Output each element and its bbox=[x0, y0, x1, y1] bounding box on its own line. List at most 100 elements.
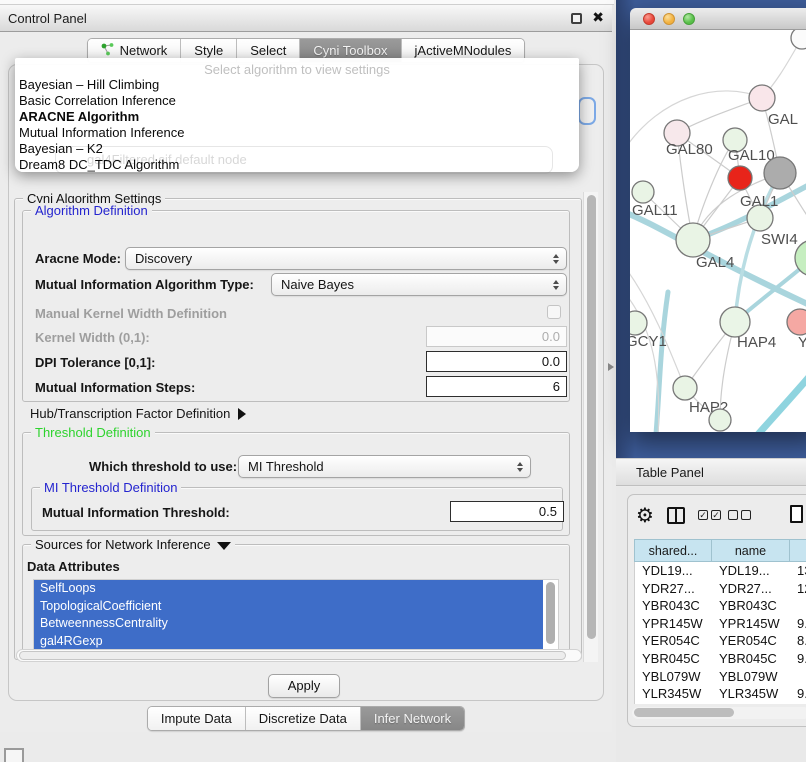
table-cell: YER054C bbox=[712, 632, 790, 650]
table-cell: YDR27... bbox=[712, 580, 790, 598]
network-node[interactable] bbox=[630, 311, 647, 335]
table-cell: YBR045C bbox=[712, 650, 790, 668]
panel-splitter-handle[interactable] bbox=[608, 363, 614, 371]
list-item[interactable]: TopologicalCoefficient bbox=[34, 598, 543, 616]
table-cell: YBR043C bbox=[712, 597, 790, 615]
network-node[interactable] bbox=[709, 409, 731, 431]
dpi-tolerance-field[interactable]: 0.0 bbox=[426, 351, 567, 372]
which-threshold-select[interactable]: MI Threshold bbox=[238, 455, 531, 478]
scrollbar-thumb[interactable] bbox=[587, 195, 596, 639]
network-canvas[interactable]: GALGAL80GAL10GAL1GAL11GAL4SWI4GCY1HAP4YH… bbox=[630, 30, 806, 432]
table-toolbar: ⚙ ✓✓ bbox=[628, 501, 806, 533]
network-node[interactable] bbox=[720, 307, 750, 337]
select-all-icon[interactable]: ✓✓ bbox=[698, 510, 721, 520]
algorithm-option[interactable]: ARACNE Algorithm bbox=[15, 109, 579, 125]
table-row[interactable]: YBR045CYBR045C9. bbox=[635, 650, 806, 668]
expander-arrow-icon bbox=[238, 408, 246, 420]
algorithm-option[interactable]: Bayesian – Hill Climbing bbox=[15, 77, 579, 93]
table-cell: YPR145W bbox=[635, 615, 712, 633]
manual-kernel-width-checkbox[interactable] bbox=[547, 305, 561, 319]
mi-threshold-group: MI Threshold Definition Mutual Informati… bbox=[31, 487, 563, 531]
algorithm-option[interactable]: Dream8 DC_TDC Algorithm bbox=[15, 157, 579, 173]
aracne-mode-label: Aracne Mode: bbox=[35, 251, 121, 266]
table-row[interactable]: YDR27...YDR27...12 bbox=[635, 580, 806, 598]
table-cell: YER054C bbox=[635, 632, 712, 650]
close-panel-icon[interactable]: ✖ bbox=[592, 9, 604, 26]
gear-icon[interactable]: ⚙ bbox=[636, 503, 654, 528]
network-node[interactable] bbox=[632, 181, 654, 203]
network-node-label: GAL10 bbox=[728, 147, 775, 164]
mi-algorithm-type-label: Mutual Information Algorithm Type: bbox=[35, 277, 254, 292]
table-cell: YDL19... bbox=[712, 562, 790, 580]
node-table: shared...name YDL19...YDL19...13YDR27...… bbox=[634, 539, 806, 704]
table-row[interactable]: YDL19...YDL19...13 bbox=[635, 562, 806, 580]
table-row[interactable]: YER054CYER054C8. bbox=[635, 632, 806, 650]
network-edge[interactable] bbox=[722, 362, 806, 432]
table-cell bbox=[790, 597, 806, 615]
which-threshold-label: Which threshold to use: bbox=[89, 459, 237, 474]
algorithm-option[interactable]: Mutual Information Inference bbox=[15, 125, 579, 141]
close-window-icon[interactable] bbox=[643, 13, 655, 25]
table-column-header[interactable] bbox=[789, 539, 806, 562]
algorithm-definition-group: Algorithm Definition Aracne Mode: Discov… bbox=[22, 210, 570, 402]
network-edge[interactable] bbox=[677, 98, 762, 133]
table-column-header[interactable]: shared... bbox=[634, 539, 711, 562]
settings-vertical-scrollbar[interactable] bbox=[583, 192, 598, 662]
network-node[interactable] bbox=[676, 223, 710, 257]
scrollbar-thumb[interactable] bbox=[634, 708, 734, 717]
minimized-panel-icon[interactable] bbox=[4, 748, 24, 762]
table-horizontal-scrollbar[interactable] bbox=[632, 707, 806, 719]
kernel-width-label: Kernel Width (0,1): bbox=[35, 330, 150, 345]
table-row[interactable]: YIL052CYIL052C9. bbox=[635, 703, 806, 704]
minimize-window-icon[interactable] bbox=[663, 13, 675, 25]
kernel-width-field[interactable]: 0.0 bbox=[426, 326, 567, 347]
table-cell: YDR27... bbox=[635, 580, 712, 598]
settings-horizontal-scrollbar[interactable] bbox=[16, 649, 582, 662]
table-panel-area: ⚙ ✓✓ shared...name YDL19...YDL19...13YDR… bbox=[616, 487, 806, 762]
float-panel-icon[interactable] bbox=[571, 13, 582, 24]
network-node[interactable] bbox=[728, 166, 752, 190]
table-row[interactable]: YBL079WYBL079W bbox=[635, 668, 806, 686]
network-node[interactable] bbox=[787, 309, 806, 335]
mi-steps-field[interactable]: 6 bbox=[426, 376, 567, 397]
algorithm-option[interactable]: Bayesian – K2 bbox=[15, 141, 579, 157]
table-row[interactable]: YPR145WYPR145W9. bbox=[635, 615, 806, 633]
table-cell: 9. bbox=[790, 703, 806, 704]
apply-button[interactable]: Apply bbox=[268, 674, 340, 698]
sources-title[interactable]: Sources for Network Inference bbox=[31, 537, 235, 552]
deselect-all-icon[interactable] bbox=[728, 510, 751, 520]
scrollbar-thumb[interactable] bbox=[19, 651, 566, 660]
table-cell: YIL052C bbox=[635, 703, 712, 704]
focused-combo-fragment bbox=[578, 97, 596, 125]
table-cell: YLR345W bbox=[635, 685, 712, 703]
list-item[interactable]: gal4RGexp bbox=[34, 633, 543, 651]
table-column-header[interactable]: name bbox=[711, 539, 789, 562]
tab-impute-data[interactable]: Impute Data bbox=[148, 707, 246, 730]
list-scrollbar[interactable] bbox=[544, 580, 557, 650]
tab-discretize-data[interactable]: Discretize Data bbox=[246, 707, 361, 730]
cyni-settings-scrollpane: Cyni Algorithm Settings Algorithm Defini… bbox=[14, 192, 598, 662]
export-table-icon[interactable] bbox=[790, 505, 803, 523]
list-item[interactable]: BetweennessCentrality bbox=[34, 615, 543, 633]
columns-icon[interactable] bbox=[667, 507, 685, 524]
zoom-window-icon[interactable] bbox=[683, 13, 695, 25]
data-attributes-list: SelfLoops TopologicalCoefficient Between… bbox=[33, 579, 559, 651]
table-row[interactable]: YLR345WYLR345W9. bbox=[635, 685, 806, 703]
mi-algorithm-type-select[interactable]: Naive Bayes bbox=[271, 273, 567, 296]
algorithm-option[interactable]: Basic Correlation Inference bbox=[15, 93, 579, 109]
network-node[interactable] bbox=[791, 30, 806, 49]
list-item[interactable]: SelfLoops bbox=[34, 580, 543, 598]
stepper-arrows-icon bbox=[553, 280, 559, 290]
network-node[interactable] bbox=[749, 85, 775, 111]
hub-definition-expander[interactable]: Hub/Transcription Factor Definition bbox=[30, 406, 246, 421]
network-node[interactable] bbox=[673, 376, 697, 400]
screen: Control Panel ✖ Network bbox=[0, 0, 806, 762]
table-cell: YPR145W bbox=[712, 615, 790, 633]
mi-threshold-field[interactable]: 0.5 bbox=[450, 501, 564, 522]
table-cell: 13 bbox=[790, 562, 806, 580]
network-node-label: GAL1 bbox=[740, 193, 778, 210]
table-row[interactable]: YBR043CYBR043C bbox=[635, 597, 806, 615]
network-node[interactable] bbox=[764, 157, 796, 189]
tab-infer-network[interactable]: Infer Network bbox=[361, 707, 464, 730]
aracne-mode-select[interactable]: Discovery bbox=[125, 247, 567, 270]
